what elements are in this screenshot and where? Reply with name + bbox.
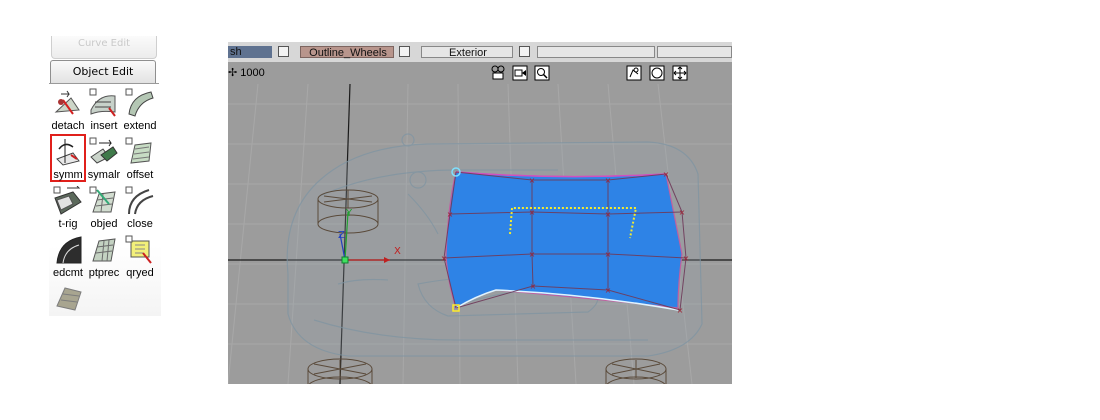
video-camera-icon[interactable]	[512, 65, 528, 81]
svg-text:×: ×	[677, 306, 684, 315]
close-tool[interactable]: close	[123, 184, 157, 230]
qryed-tool[interactable]: qryed	[123, 233, 157, 279]
close-label: close	[127, 218, 153, 230]
wheel-rear-bottom	[605, 358, 667, 384]
objed-tool[interactable]: objed	[87, 184, 121, 230]
insert-icon	[89, 88, 116, 117]
edcmt-tool[interactable]: edcmt	[51, 233, 85, 279]
extend-label: extend	[123, 120, 157, 132]
layer-empty-1[interactable]	[537, 46, 655, 58]
svg-text:×: ×	[529, 250, 536, 259]
exterior-checkbox[interactable]	[519, 46, 530, 57]
offset-icon	[125, 137, 152, 164]
svg-text:×: ×	[605, 210, 612, 219]
layer-exterior[interactable]: Exterior	[421, 46, 513, 59]
roof-surface[interactable]: × × × × × × × × × × × × × ×	[441, 167, 690, 315]
query-edit-icon	[125, 235, 152, 264]
camera-icon[interactable]	[490, 65, 506, 81]
svg-text:×: ×	[679, 208, 686, 217]
offset-tool[interactable]: offset	[123, 135, 157, 181]
offset-label: offset	[126, 169, 154, 181]
axis-z-label: Z	[338, 230, 345, 241]
symmetry-icon	[56, 139, 80, 166]
close-surface-icon	[125, 186, 154, 215]
view-sphere-icon[interactable]	[649, 65, 665, 81]
svg-text:×: ×	[529, 208, 536, 217]
axis-y-label: Y	[345, 208, 353, 219]
modeling-viewport[interactable]: sh Outline_Wheels Exterior ✢ 1000 × × × …	[228, 42, 732, 384]
point-precision-icon	[92, 238, 116, 262]
symmetry-align-icon	[89, 137, 118, 164]
object-edit-palette: Curve Edit Object Edit detach insert ext…	[49, 36, 161, 316]
svg-text:×: ×	[447, 210, 454, 219]
svg-text:×: ×	[683, 254, 690, 263]
layer-toolbar: sh Outline_Wheels Exterior	[228, 42, 732, 62]
qryed-label: qryed	[126, 267, 154, 279]
move-glyph-icon: ✢	[228, 67, 238, 79]
view-shaded-icon[interactable]	[626, 65, 642, 81]
svg-text:×: ×	[605, 286, 612, 295]
layer-outline-wheels[interactable]: Outline_Wheels	[300, 46, 394, 59]
layer-empty-2[interactable]	[657, 46, 732, 58]
svg-text:×: ×	[605, 176, 612, 185]
extend-icon	[125, 88, 154, 117]
svg-text:×: ×	[530, 282, 537, 291]
viewport-controls: ✢ 1000	[228, 62, 732, 84]
zoom-readout: ✢ 1000	[228, 66, 265, 79]
tab-object-edit[interactable]: Object Edit	[50, 60, 156, 84]
tab-divider	[49, 83, 159, 84]
t-rig-tool[interactable]: t-rig	[51, 184, 85, 230]
tab-curve-edit[interactable]: Curve Edit	[51, 36, 157, 59]
detach-tool[interactable]: detach	[51, 86, 85, 132]
ptprec-tool[interactable]: ptprec	[87, 233, 121, 279]
axis-x-label: X	[394, 246, 401, 257]
insert-tool[interactable]: insert	[87, 86, 121, 132]
symalr-tool[interactable]: symalr	[87, 135, 121, 181]
object-edit-icon	[89, 186, 116, 213]
surface-tool[interactable]	[51, 282, 85, 316]
outline-wheels-checkbox[interactable]	[399, 46, 410, 57]
symm-tool[interactable]: symm	[50, 134, 86, 182]
zoom-icon[interactable]	[534, 65, 550, 81]
svg-text:×: ×	[605, 250, 612, 259]
3d-scene[interactable]: × × × × × × × × × × × × × × X Y Z	[228, 84, 732, 384]
svg-text:×: ×	[529, 176, 536, 185]
detach-icon	[54, 90, 80, 115]
zoom-value: 1000	[240, 67, 265, 79]
layer-visibility-checkbox[interactable]	[278, 46, 289, 57]
pan-icon[interactable]	[672, 65, 688, 81]
trim-rig-icon	[53, 186, 82, 215]
edit-comment-icon	[56, 236, 82, 264]
svg-text:×: ×	[441, 254, 448, 263]
svg-text:×: ×	[663, 170, 670, 179]
extend-tool[interactable]: extend	[123, 86, 157, 132]
layer-field-sh[interactable]: sh	[228, 46, 272, 58]
surface-icon	[56, 287, 82, 311]
